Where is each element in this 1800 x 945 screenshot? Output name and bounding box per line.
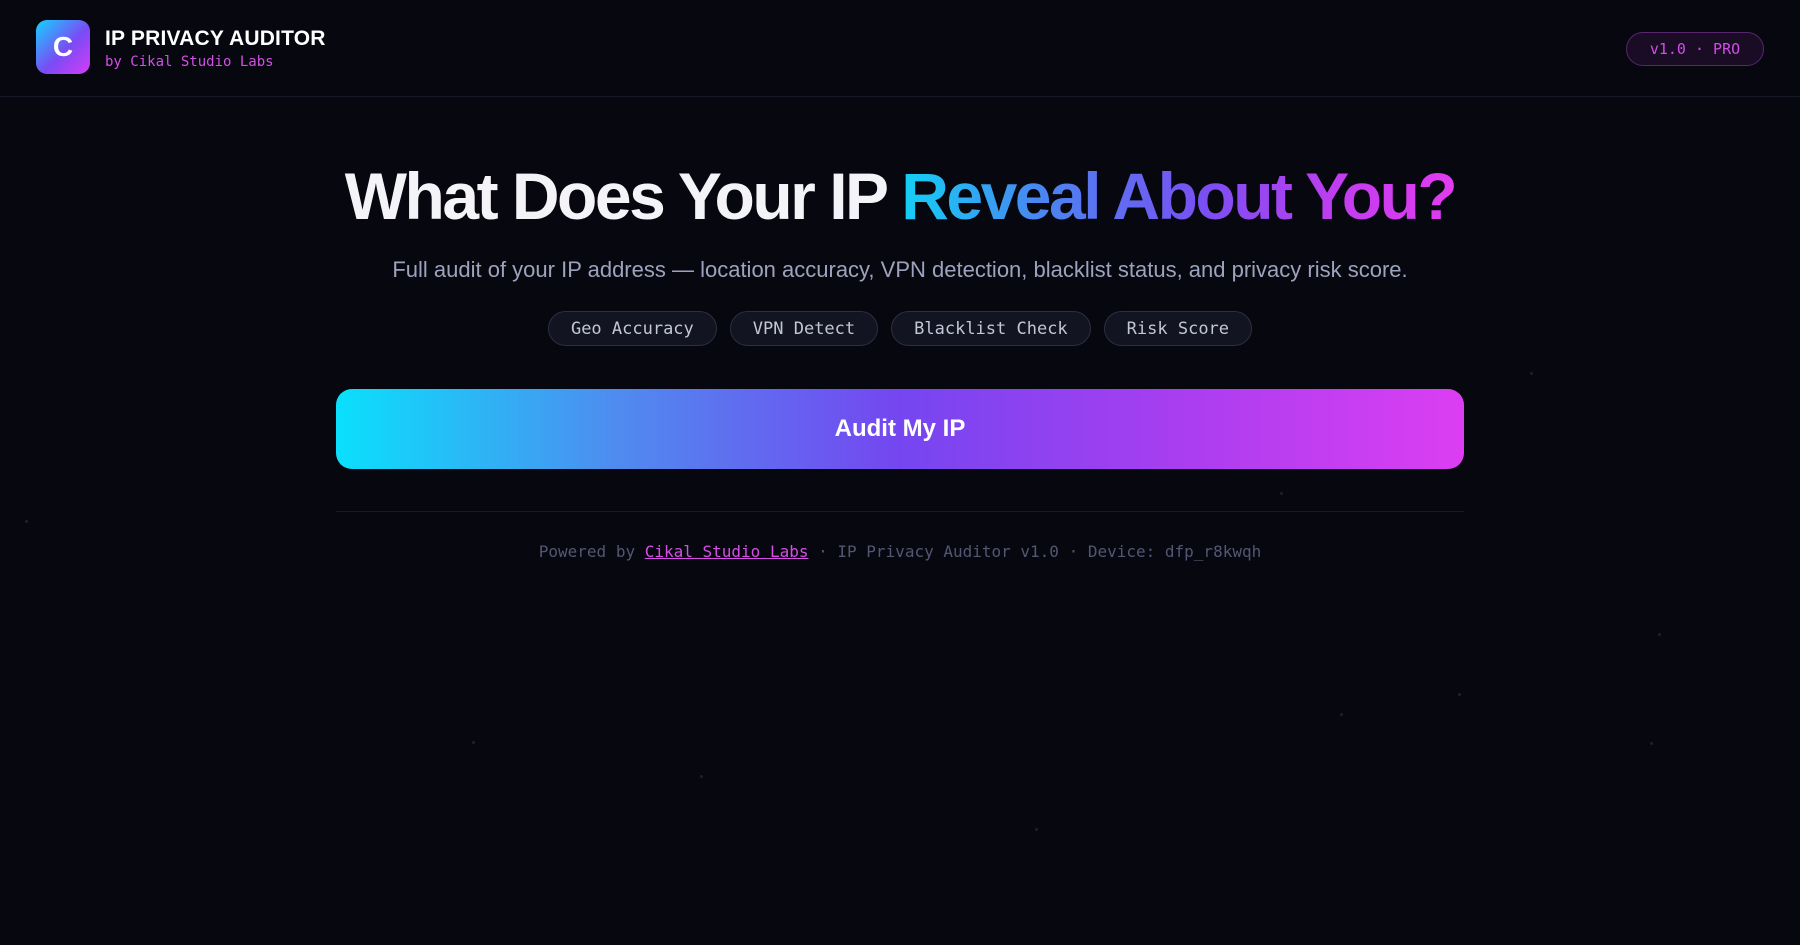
background-dot	[700, 775, 703, 778]
app-title: IP PRIVACY AUDITOR	[105, 27, 326, 50]
hero-title-plain: What Does Your IP	[344, 159, 902, 233]
footer-prefix: Powered by	[538, 542, 645, 561]
chip-geo-accuracy: Geo Accuracy	[547, 311, 717, 346]
background-dot	[1340, 713, 1343, 716]
background-dot	[1035, 828, 1038, 831]
footer: Powered by Cikal Studio Labs · IP Privac…	[0, 542, 1800, 561]
chip-blacklist-check: Blacklist Check	[891, 311, 1091, 346]
chip-risk-score: Risk Score	[1103, 311, 1253, 346]
app-header: C IP PRIVACY AUDITOR by Cikal Studio Lab…	[0, 0, 1800, 97]
app-subtitle: by Cikal Studio Labs	[105, 54, 274, 70]
footer-studio-link[interactable]: Cikal Studio Labs	[645, 542, 809, 561]
background-dot	[1458, 693, 1461, 696]
background-dot	[472, 741, 475, 744]
app-logo-icon: C	[36, 20, 90, 74]
footer-suffix: · IP Privacy Auditor v1.0 · Device: dfp_…	[808, 542, 1262, 561]
hero-title: What Does Your IP Reveal About You?	[0, 158, 1800, 234]
audit-my-ip-button[interactable]: Audit My IP	[336, 389, 1464, 469]
version-badge: v1.0 · PRO	[1626, 32, 1764, 66]
hero-title-gradient: Reveal About You?	[901, 159, 1458, 233]
logo-letter: C	[52, 31, 74, 62]
background-dot	[1280, 492, 1283, 495]
feature-chips: Geo Accuracy VPN Detect Blacklist Check …	[0, 311, 1800, 346]
background-dot	[25, 520, 28, 523]
background-dot	[1658, 633, 1661, 636]
section-divider	[336, 511, 1464, 512]
hero-subtitle: Full audit of your IP address — location…	[392, 257, 1408, 282]
chip-vpn-detect: VPN Detect	[729, 311, 879, 346]
background-dot	[1530, 372, 1533, 375]
background-dot	[1650, 742, 1653, 745]
